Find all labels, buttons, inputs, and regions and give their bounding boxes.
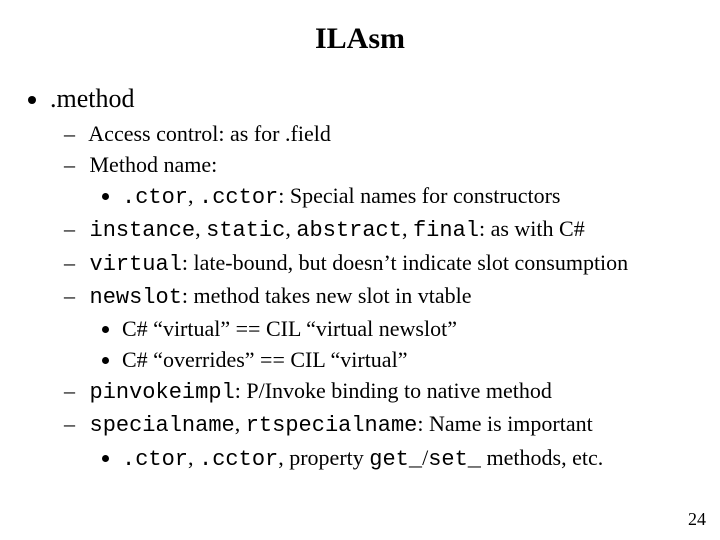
special-sub-s2: , property (278, 445, 369, 470)
special-c2: rtspecialname (246, 413, 418, 438)
csharp-virtual-text: C# “virtual” == CIL “virtual newslot” (122, 316, 457, 341)
instance-c4: final (413, 218, 479, 243)
page-number: 24 (688, 509, 706, 530)
access-control-item: Access control: as for .field (84, 120, 692, 148)
newslot-item: newslot: method takes new slot in vtable… (84, 282, 692, 374)
ctor-code1: .ctor (122, 185, 188, 210)
csharp-virtual-item: C# “virtual” == CIL “virtual newslot” (122, 315, 692, 343)
special-sub-s1: , (188, 445, 199, 470)
newslot-after: : method takes new slot in vtable (182, 283, 472, 308)
instance-c1: instance (90, 218, 196, 243)
ctor-item: .ctor, .cctor: Special names for constru… (122, 182, 692, 212)
method-label: .method (50, 84, 135, 113)
access-control-text: Access control: as for .field (88, 121, 331, 146)
pinvoke-after: : P/Invoke binding to native method (235, 378, 552, 403)
special-sub-c1: .ctor (122, 447, 188, 472)
slide: ILAsm .method Access control: as for .fi… (0, 0, 720, 540)
bullet-list-lvl1: .method Access control: as for .field Me… (28, 84, 692, 474)
instance-s3: , (402, 216, 413, 241)
instance-c3: abstract (296, 218, 402, 243)
bullet-list-lvl3: .ctor, .cctor: Special names for constru… (84, 182, 692, 212)
instance-c2: static (206, 218, 285, 243)
virtual-code: virtual (90, 252, 182, 277)
virtual-item: virtual: late-bound, but doesn’t indicat… (84, 249, 692, 279)
slide-title: ILAsm (28, 22, 692, 56)
ctor-code2: .cctor (199, 185, 278, 210)
instance-item: instance, static, abstract, final: as wi… (84, 215, 692, 245)
pinvoke-code: pinvokeimpl (90, 380, 235, 405)
special-after: : Name is important (417, 411, 592, 436)
specialname-item: specialname, rtspecialname: Name is impo… (84, 410, 692, 473)
special-sub-c4: set_ (428, 447, 481, 472)
bullet-list-lvl3c: .ctor, .cctor, property get_/set_ method… (84, 444, 692, 474)
method-name-text: Method name: (90, 152, 218, 177)
newslot-code: newslot (90, 285, 182, 310)
special-sub-c3: get_ (369, 447, 422, 472)
bullet-list-lvl2: Access control: as for .field Method nam… (50, 120, 692, 474)
method-name-item: Method name: .ctor, .cctor: Special name… (84, 151, 692, 212)
special-sub-c2: .cctor (199, 447, 278, 472)
instance-after: : as with C# (479, 216, 585, 241)
pinvoke-item: pinvokeimpl: P/Invoke binding to native … (84, 377, 692, 407)
ctor-sep: , (188, 183, 199, 208)
virtual-after: : late-bound, but doesn’t indicate slot … (182, 250, 628, 275)
instance-s2: , (285, 216, 296, 241)
special-c1: specialname (90, 413, 235, 438)
ctor-after: : Special names for constructors (278, 183, 560, 208)
method-item: .method Access control: as for .field Me… (50, 84, 692, 474)
special-sub-item: .ctor, .cctor, property get_/set_ method… (122, 444, 692, 474)
csharp-overrides-text: C# “overrides” == CIL “virtual” (122, 347, 407, 372)
csharp-overrides-item: C# “overrides” == CIL “virtual” (122, 346, 692, 374)
instance-s1: , (195, 216, 206, 241)
bullet-list-lvl3b: C# “virtual” == CIL “virtual newslot” C#… (84, 315, 692, 374)
special-s1: , (235, 411, 246, 436)
special-sub-after: methods, etc. (481, 445, 603, 470)
